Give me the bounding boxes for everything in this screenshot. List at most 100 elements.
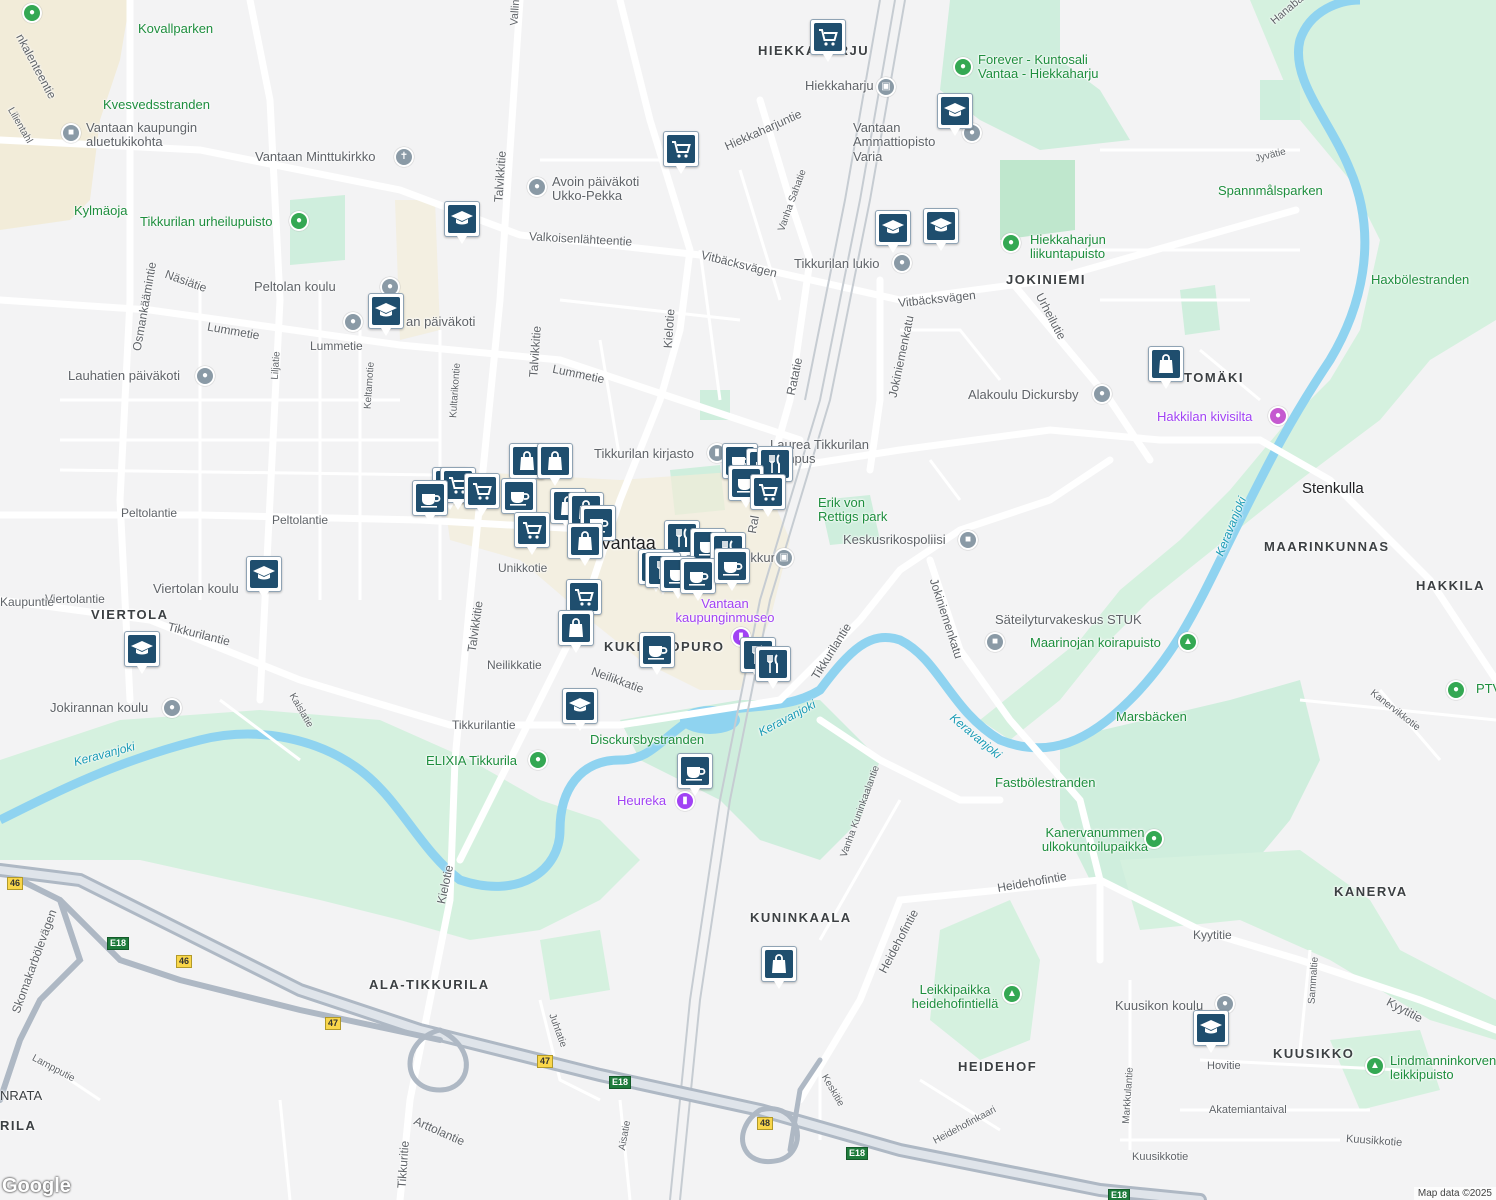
park-label: Marsbäcken: [1116, 709, 1187, 724]
sports-icon[interactable]: ●: [1144, 829, 1164, 849]
shopping-cart-icon: [819, 29, 838, 46]
gym-icon[interactable]: ●: [528, 750, 548, 770]
shopping-cart-icon: [575, 589, 594, 606]
road-label: Kaupuntie: [0, 595, 55, 609]
poi-label: Avoin päiväkoti Ukko-Pekka: [552, 174, 640, 204]
childcare-icon[interactable]: ●: [343, 312, 363, 332]
building-icon[interactable]: ■: [61, 123, 81, 143]
coffee-cup-icon-marker[interactable]: [639, 632, 675, 675]
shopping-bag-icon-marker[interactable]: [537, 443, 573, 486]
school-icon[interactable]: ●: [1092, 384, 1112, 404]
graduation-cap-icon-marker[interactable]: [937, 93, 973, 136]
sports-icon[interactable]: ●: [1446, 680, 1466, 700]
road-label: Kuusikkotie: [1132, 1151, 1189, 1163]
shopping-bag-icon: [772, 954, 786, 973]
graduation-cap-icon: [882, 220, 904, 234]
shopping-bag-icon-marker[interactable]: [761, 946, 797, 989]
childcare-icon[interactable]: ●: [195, 366, 215, 386]
graduation-cap-icon-marker[interactable]: [923, 208, 959, 251]
highway-shield: 47: [325, 1017, 342, 1030]
graduation-cap-icon: [375, 303, 397, 317]
park-label: Kovallparken: [138, 21, 214, 36]
graduation-cap-icon-marker[interactable]: [246, 556, 282, 599]
highway-shield: E18: [107, 937, 130, 950]
park-label: Kvesvedsstranden: [103, 97, 210, 112]
district-label: MAARINKUNNAS: [1264, 539, 1390, 554]
highway-shield: E18: [1108, 1189, 1131, 1200]
park-icon[interactable]: ▲: [1002, 984, 1022, 1004]
coffee-cup-icon-marker[interactable]: [412, 480, 448, 523]
poi-label: Vantaan kaupungin aluetukikohta: [86, 120, 198, 150]
map-attribution[interactable]: Map data ©2025: [1413, 1187, 1496, 1200]
shopping-bag-icon-marker[interactable]: [1148, 346, 1184, 389]
graduation-cap-icon-marker[interactable]: [124, 631, 160, 674]
shopping-bag-icon-marker[interactable]: [567, 523, 603, 566]
coffee-cup-icon-marker[interactable]: [677, 753, 713, 796]
coffee-cup-icon: [689, 572, 709, 586]
map[interactable]: HIEKKAHARJU JOKINIEMI VIERTOLA KUKKAROPU…: [0, 0, 1496, 1200]
park-label: Haxbölestranden: [1371, 272, 1470, 287]
train-station-icon[interactable]: ▣: [876, 77, 896, 97]
park-label: Forever - Kuntosali Vantaa - Hiekkaharju: [978, 52, 1099, 82]
government-icon[interactable]: ■: [958, 530, 978, 550]
sports-icon[interactable]: ●: [289, 211, 309, 231]
graduation-cap-icon-marker[interactable]: [562, 688, 598, 731]
district-label: RILA: [0, 1118, 37, 1133]
train-station-icon[interactable]: ▣: [774, 548, 794, 568]
highway-shield: 46: [7, 877, 24, 890]
shopping-cart-icon-marker[interactable]: [514, 512, 550, 555]
coffee-cup-icon-marker[interactable]: [714, 548, 750, 591]
park-label: Fastbölestranden: [995, 775, 1096, 790]
coffee-cup-icon-marker[interactable]: [680, 558, 716, 601]
coffee-cup-icon: [510, 492, 530, 506]
shopping-cart-icon: [672, 141, 691, 158]
coffee-cup-icon: [648, 646, 668, 660]
poi-label: Vantaan Minttukirkko: [255, 149, 376, 164]
poi-label: Kuusikon koulu: [1115, 998, 1204, 1013]
poi-label: Jokirannan koulu: [50, 700, 149, 715]
landmark-icon[interactable]: ●: [1268, 406, 1288, 426]
poi-label: Viertolan koulu: [153, 581, 239, 596]
poi-label: Peltolan koulu: [254, 279, 336, 294]
road-label: Neilikkatie: [487, 658, 542, 672]
park-label: Maarinojan koirapuisto: [1030, 635, 1161, 650]
coffee-cup-icon-marker[interactable]: [501, 478, 537, 521]
graduation-cap-icon-marker[interactable]: [875, 210, 911, 253]
graduation-cap-icon-marker[interactable]: [368, 293, 404, 336]
road-label: Kyytitie: [1193, 928, 1232, 942]
road-label: Peltolantie: [121, 506, 178, 520]
road-label: Tikkurilantie: [452, 718, 516, 732]
museum-label: Heureka: [617, 793, 667, 808]
graduation-cap-icon-marker[interactable]: [1193, 1010, 1229, 1053]
church-icon[interactable]: ✝: [394, 147, 414, 167]
district-label: ALA-TIKKURILA: [369, 977, 490, 992]
district-label: VIERTOLA: [91, 607, 169, 622]
government-icon[interactable]: ■: [985, 632, 1005, 652]
restaurant-icon-marker[interactable]: [755, 646, 791, 689]
school-icon[interactable]: ●: [892, 253, 912, 273]
poi-label: Hiekkaharju: [805, 78, 874, 93]
park-icon[interactable]: ▲: [1365, 1056, 1385, 1076]
highway-shield: 46: [176, 955, 193, 968]
park-label: Kylmäoja: [74, 203, 128, 218]
shopping-cart-icon: [473, 483, 492, 500]
park-label: Tikkurilan urheilupuisto: [140, 214, 273, 229]
poi-label: Alakoulu Dickursby: [968, 387, 1079, 402]
sports-icon[interactable]: ●: [1001, 233, 1021, 253]
paw-icon[interactable]: ●: [22, 3, 42, 23]
graduation-cap-icon-marker[interactable]: [444, 201, 480, 244]
park-icon[interactable]: ▲: [1178, 632, 1198, 652]
childcare-icon[interactable]: ●: [527, 177, 547, 197]
shopping-cart-icon-marker[interactable]: [750, 474, 786, 517]
shopping-cart-icon-marker[interactable]: [464, 473, 500, 516]
shopping-cart-icon-marker[interactable]: [810, 19, 846, 62]
highway-shield: 48: [757, 1117, 774, 1130]
gym-icon[interactable]: ●: [953, 57, 973, 77]
park-label: Spannmålsparken: [1218, 183, 1323, 198]
park-label: Hiekkaharjun liikuntapuisto: [1030, 232, 1106, 262]
highway-shield: E18: [846, 1147, 869, 1160]
school-icon[interactable]: ●: [162, 698, 182, 718]
shopping-bag-icon-marker[interactable]: [558, 610, 594, 653]
shopping-cart-icon-marker[interactable]: [663, 131, 699, 174]
graduation-cap-icon: [253, 566, 275, 580]
